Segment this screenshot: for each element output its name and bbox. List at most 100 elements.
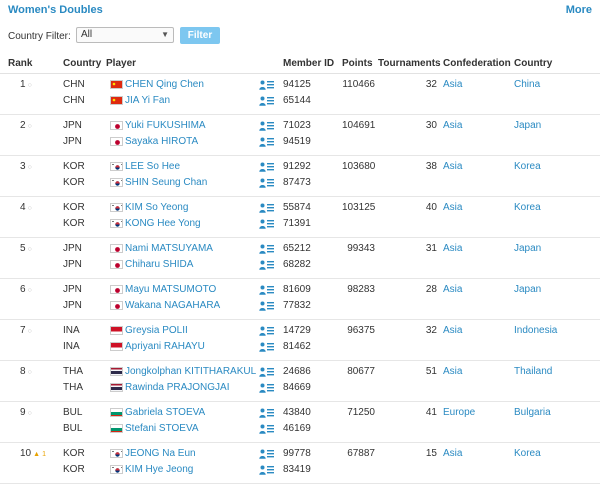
country-link[interactable]: China bbox=[514, 79, 540, 90]
player-profile-icon[interactable] bbox=[259, 244, 274, 254]
korea-flag-icon bbox=[110, 203, 123, 212]
player-name-link[interactable]: JIA Yi Fan bbox=[125, 95, 170, 106]
tournaments-value: 38 bbox=[425, 161, 437, 172]
player-profile-icon[interactable] bbox=[259, 424, 274, 434]
player-name-link[interactable]: KIM So Yeong bbox=[125, 202, 188, 213]
player-profile-icon[interactable] bbox=[259, 203, 274, 213]
korea-flag-icon bbox=[110, 449, 123, 458]
player-name-link[interactable]: KONG Hee Yong bbox=[125, 218, 201, 229]
col-tournaments: Tournaments bbox=[378, 58, 441, 69]
country-link[interactable]: Japan bbox=[514, 284, 541, 295]
country-link[interactable]: Korea bbox=[514, 448, 541, 459]
country-link[interactable]: Japan bbox=[514, 243, 541, 254]
confederation-link[interactable]: Asia bbox=[443, 161, 462, 172]
player-name-link[interactable]: Apriyani RAHAYU bbox=[125, 341, 205, 352]
confederation-link[interactable]: Asia bbox=[443, 284, 462, 295]
tournaments-value: 15 bbox=[425, 448, 437, 459]
country-filter-select[interactable]: All ▼ bbox=[76, 27, 174, 43]
player-profile-icon[interactable] bbox=[259, 465, 274, 475]
rank-value: 6 bbox=[20, 284, 26, 295]
player-name-link[interactable]: Mayu MATSUMOTO bbox=[125, 284, 216, 295]
player-profile-icon[interactable] bbox=[259, 383, 274, 393]
country-link[interactable]: Thailand bbox=[514, 366, 552, 377]
player-profile-icon[interactable] bbox=[259, 408, 274, 418]
country-link[interactable]: Bulgaria bbox=[514, 407, 551, 418]
korea-flag-icon bbox=[110, 178, 123, 187]
points-value: 99343 bbox=[347, 243, 375, 254]
confederation-link[interactable]: Asia bbox=[443, 120, 462, 131]
table-row: 10 ▲ 1 KOR JEONG Na Eun 99778 KOR KIM Hye … bbox=[0, 443, 600, 484]
player-profile-icon[interactable] bbox=[259, 80, 274, 90]
japan-flag-icon bbox=[110, 285, 123, 294]
player-name-link[interactable]: Wakana NAGAHARA bbox=[125, 300, 220, 311]
member-id: 46169 bbox=[283, 423, 311, 434]
rank-cell: 4 ○ bbox=[20, 202, 32, 213]
country-filter-bar: Country Filter: All ▼ Filter bbox=[0, 27, 600, 47]
rank-unchanged-icon: ○ bbox=[27, 246, 32, 253]
player-name-link[interactable]: SHIN Seung Chan bbox=[125, 177, 207, 188]
player-profile-icon[interactable] bbox=[259, 137, 274, 147]
player-country-code: JPN bbox=[63, 300, 82, 311]
country-link[interactable]: Korea bbox=[514, 161, 541, 172]
player-profile-icon[interactable] bbox=[259, 162, 274, 172]
bulgaria-flag-icon bbox=[110, 424, 123, 433]
player-name-link[interactable]: Sayaka HIROTA bbox=[125, 136, 198, 147]
member-id: 68282 bbox=[283, 259, 311, 270]
points-value: 67887 bbox=[347, 448, 375, 459]
confederation-link[interactable]: Asia bbox=[443, 325, 462, 336]
chevron-down-icon: ▼ bbox=[161, 30, 169, 39]
player-profile-icon[interactable] bbox=[259, 449, 274, 459]
player-profile-icon[interactable] bbox=[259, 121, 274, 131]
player-name-link[interactable]: Rawinda PRAJONGJAI bbox=[125, 382, 229, 393]
player-profile-icon[interactable] bbox=[259, 301, 274, 311]
member-id: 87473 bbox=[283, 177, 311, 188]
confederation-link[interactable]: Europe bbox=[443, 407, 475, 418]
player-country-code: BUL bbox=[63, 407, 83, 418]
player-name-link[interactable]: Chiharu SHIDA bbox=[125, 259, 193, 270]
col-points: Points bbox=[342, 58, 373, 69]
table-row: 2 ○ JPN Yuki FUKUSHIMA 71023 JPN Sayaka H… bbox=[0, 115, 600, 156]
country-link[interactable]: Korea bbox=[514, 202, 541, 213]
filter-button[interactable]: Filter bbox=[180, 27, 220, 44]
country-link[interactable]: Indonesia bbox=[514, 325, 557, 336]
player-profile-icon[interactable] bbox=[259, 367, 274, 377]
japan-flag-icon bbox=[110, 137, 123, 146]
player-name-link[interactable]: JEONG Na Eun bbox=[125, 448, 196, 459]
player-name-link[interactable]: Nami MATSUYAMA bbox=[125, 243, 213, 254]
member-id: 81609 bbox=[283, 284, 311, 295]
player-name-link[interactable]: KIM Hye Jeong bbox=[125, 464, 193, 475]
confederation-link[interactable]: Asia bbox=[443, 448, 462, 459]
player-name-link[interactable]: Yuki FUKUSHIMA bbox=[125, 120, 206, 131]
rank-cell: 8 ○ bbox=[20, 366, 32, 377]
more-link[interactable]: More bbox=[566, 4, 592, 16]
player-name-link[interactable]: Jongkolphan KITITHARAKUL bbox=[125, 366, 256, 377]
page-title: Women's Doubles bbox=[8, 4, 103, 16]
tournaments-value: 31 bbox=[425, 243, 437, 254]
player-name-link[interactable]: CHEN Qing Chen bbox=[125, 79, 204, 90]
japan-flag-icon bbox=[110, 121, 123, 130]
confederation-link[interactable]: Asia bbox=[443, 202, 462, 213]
country-link[interactable]: Japan bbox=[514, 120, 541, 131]
player-name-link[interactable]: LEE So Hee bbox=[125, 161, 180, 172]
player-profile-icon[interactable] bbox=[259, 96, 274, 106]
table-header: Rank Country Player Member ID Points Tou… bbox=[0, 55, 600, 74]
player-profile-icon[interactable] bbox=[259, 326, 274, 336]
player-profile-icon[interactable] bbox=[259, 342, 274, 352]
player-name-link[interactable]: Stefani STOEVA bbox=[125, 423, 199, 434]
player-profile-icon[interactable] bbox=[259, 260, 274, 270]
china-flag-icon bbox=[110, 96, 123, 105]
rank-unchanged-icon: ○ bbox=[27, 205, 32, 212]
rank-unchanged-icon: ○ bbox=[27, 164, 32, 171]
confederation-link[interactable]: Asia bbox=[443, 243, 462, 254]
player-profile-icon[interactable] bbox=[259, 285, 274, 295]
member-id: 94125 bbox=[283, 79, 311, 90]
col-rank: Rank bbox=[8, 58, 33, 69]
player-name-link[interactable]: Gabriela STOEVA bbox=[125, 407, 205, 418]
player-profile-icon[interactable] bbox=[259, 219, 274, 229]
confederation-link[interactable]: Asia bbox=[443, 79, 462, 90]
rank-unchanged-icon: ○ bbox=[27, 369, 32, 376]
player-name-link[interactable]: Greysia POLII bbox=[125, 325, 188, 336]
player-country-code: INA bbox=[63, 341, 80, 352]
player-profile-icon[interactable] bbox=[259, 178, 274, 188]
confederation-link[interactable]: Asia bbox=[443, 366, 462, 377]
